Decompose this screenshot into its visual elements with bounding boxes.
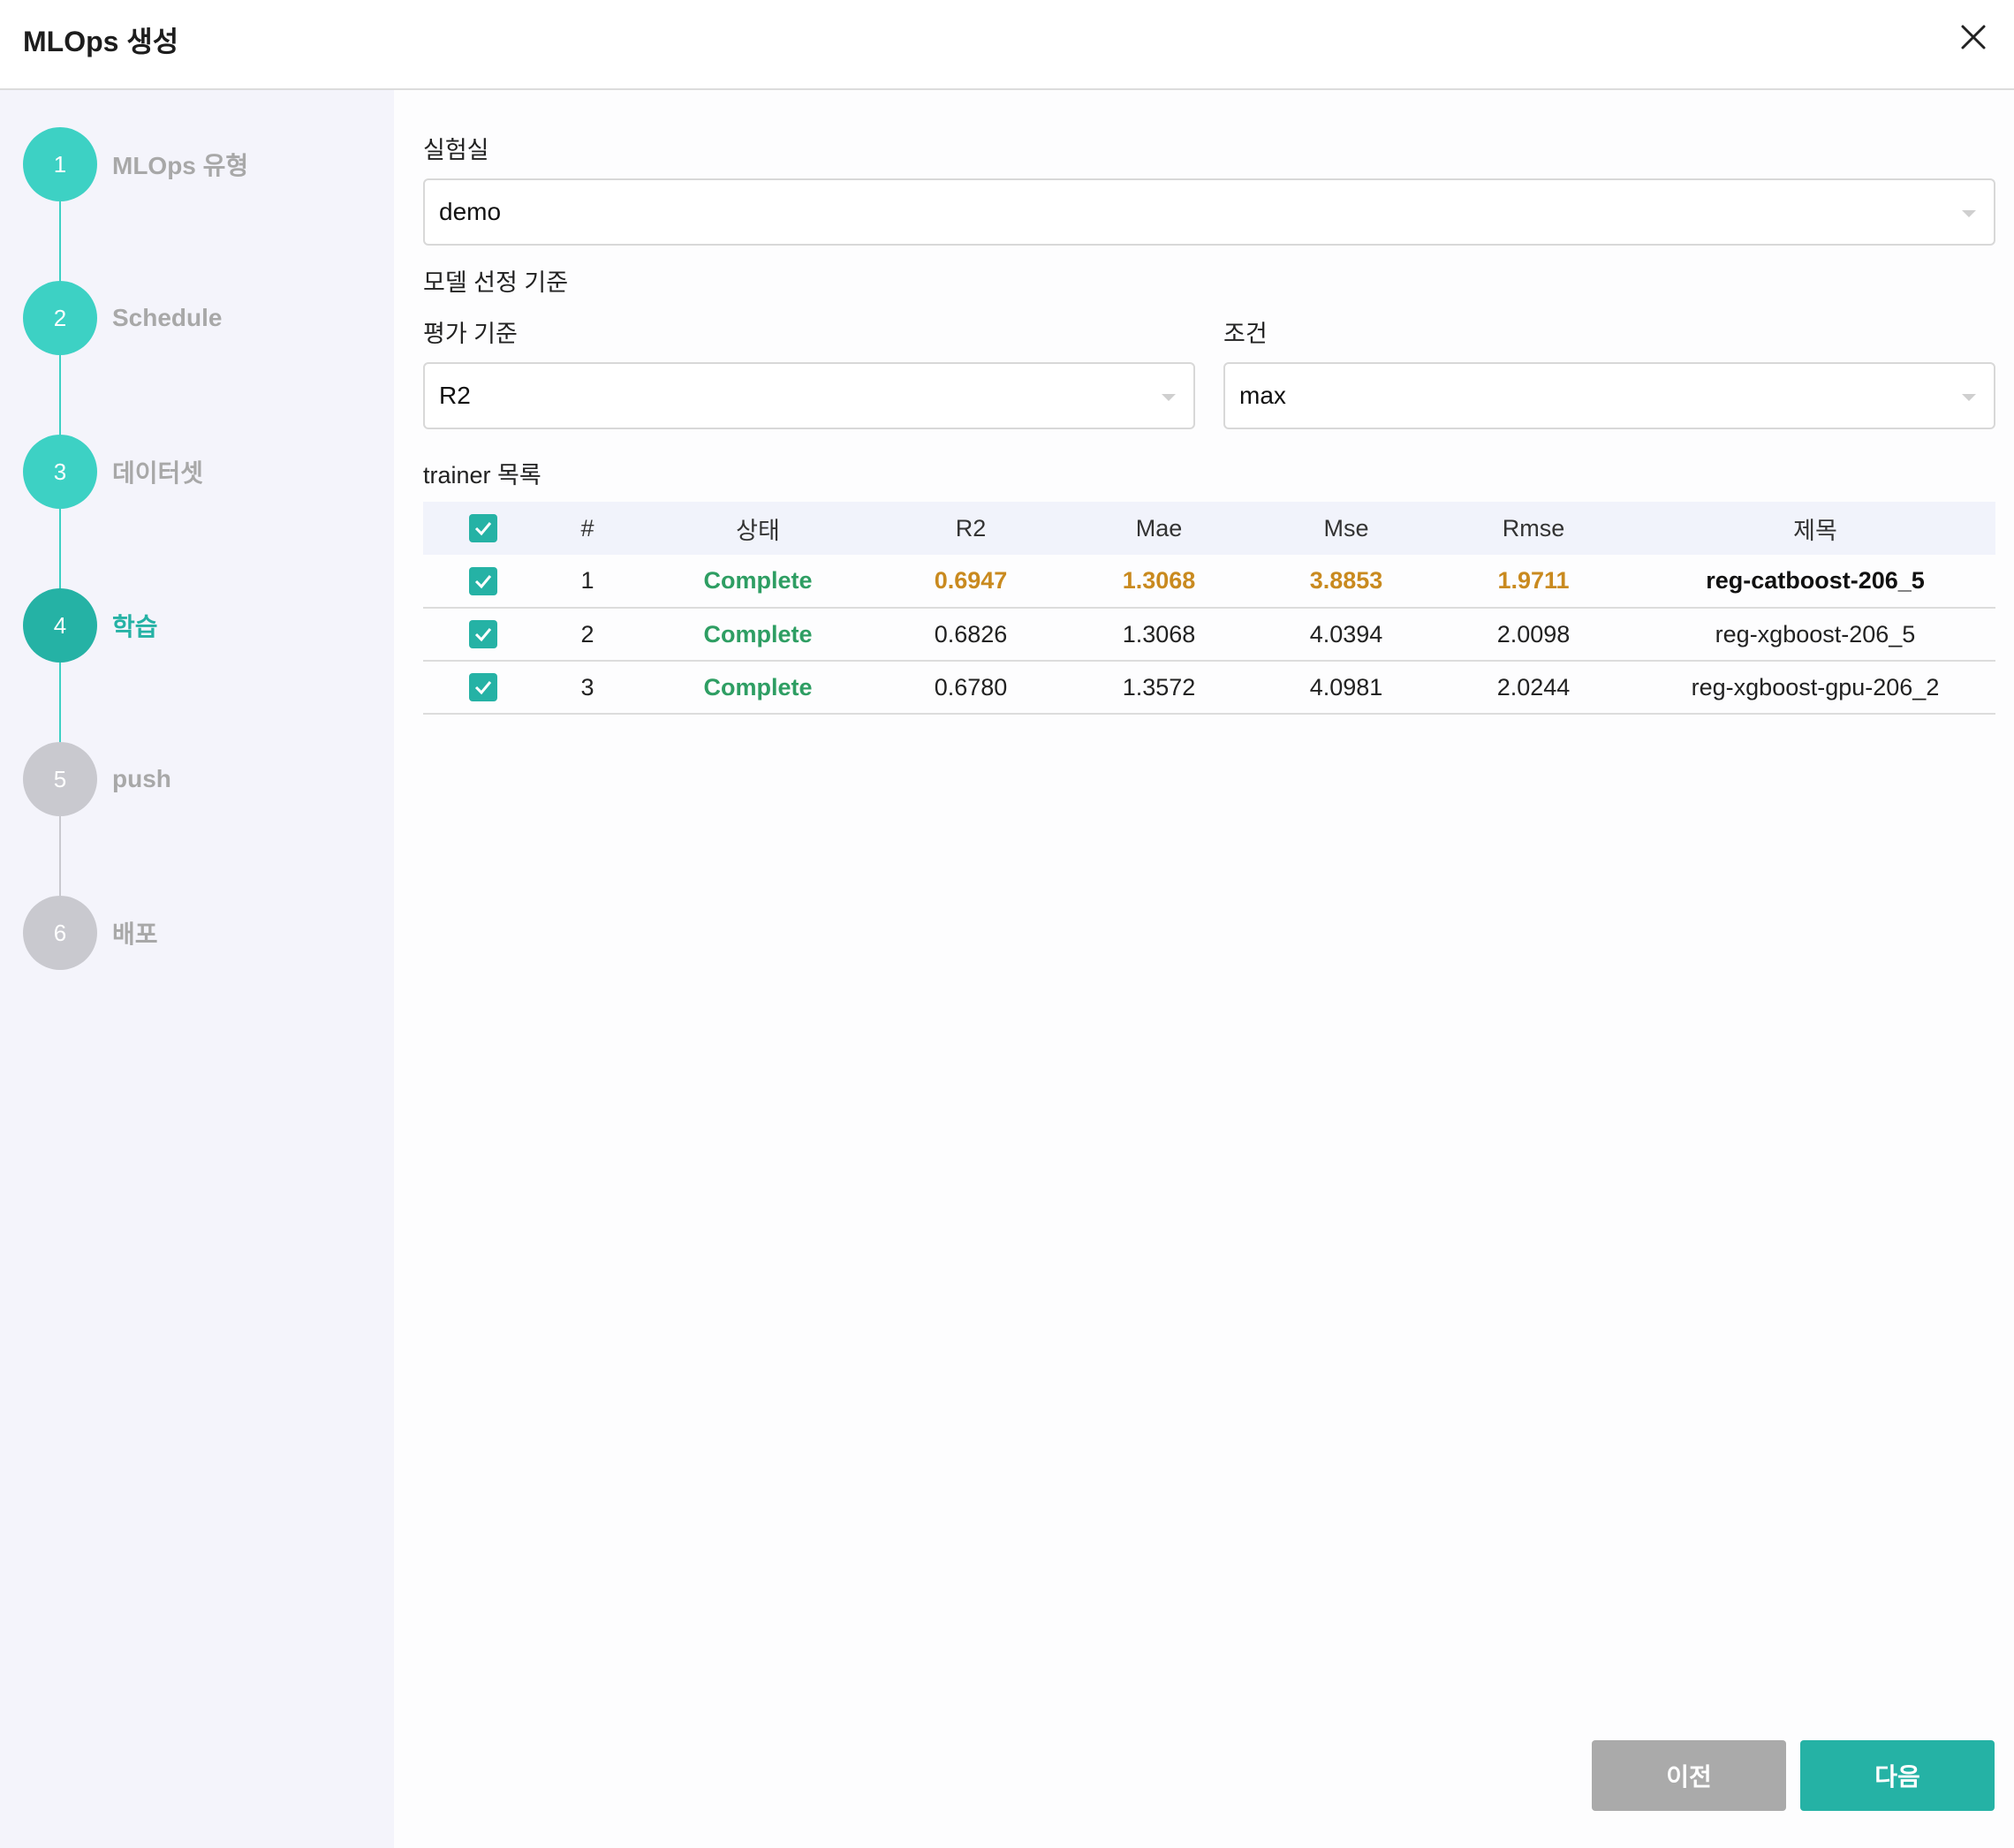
step-label: 학습 [112, 613, 158, 640]
col-header-title: 제목 [1793, 517, 1837, 544]
row-rmse: 1.9711 [1497, 567, 1570, 594]
step-number: 5 [23, 742, 97, 816]
step-label: 데이터셋 [112, 459, 204, 487]
col-header-mae: Mae [1135, 514, 1183, 542]
step-label: MLOps 유형 [112, 152, 249, 179]
row-mse: 4.0981 [1309, 673, 1383, 701]
row-checkbox[interactable] [469, 673, 497, 702]
row-mae: 1.3068 [1122, 620, 1196, 648]
row-mse: 4.0394 [1309, 620, 1383, 648]
row-rmse: 2.0244 [1496, 673, 1571, 701]
condition-select[interactable]: max [1223, 362, 1995, 429]
select-all-checkbox[interactable] [469, 514, 497, 543]
chevron-down-icon [1962, 394, 1976, 401]
row-title: reg-xgboost-gpu-206_2 [1691, 673, 1940, 701]
row-num: 3 [580, 673, 594, 701]
row-status: Complete [703, 673, 813, 701]
row-checkbox[interactable] [469, 566, 497, 595]
dialog-title: MLOps 생성 [23, 26, 179, 57]
lab-select-value: demo [439, 198, 502, 225]
close-icon[interactable] [1956, 19, 1991, 55]
col-header-rmse: Rmse [1502, 514, 1565, 542]
row-mae: 1.3068 [1122, 567, 1196, 594]
step-number: 6 [23, 896, 97, 970]
step-training[interactable]: 4 학습 [23, 588, 158, 663]
row-checkbox[interactable] [469, 620, 497, 649]
dialog-header: MLOps 생성 [0, 0, 2014, 90]
row-title: reg-catboost-206_5 [1706, 567, 1925, 594]
chevron-down-icon [1162, 394, 1176, 401]
trainer-list-label: trainer 목록 [423, 462, 541, 489]
col-header-num: # [580, 514, 594, 542]
condition-label: 조건 [1223, 321, 1268, 347]
lab-select[interactable]: demo [423, 178, 1995, 246]
table-row[interactable]: 2 Complete 0.6826 1.3068 4.0394 2.0098 r… [423, 608, 1995, 661]
step-push[interactable]: 5 push [23, 742, 171, 816]
row-mae: 1.3572 [1122, 673, 1196, 701]
table-row[interactable]: 3 Complete 0.6780 1.3572 4.0981 2.0244 r… [423, 661, 1995, 714]
step-label: Schedule [112, 304, 223, 331]
row-status: Complete [703, 567, 813, 594]
col-header-status: 상태 [736, 517, 780, 544]
row-mse: 3.8853 [1309, 567, 1383, 594]
row-status: Complete [703, 620, 813, 648]
prev-button[interactable]: 이전 [1592, 1740, 1786, 1811]
condition-select-value: max [1239, 382, 1286, 409]
table-row[interactable]: 1 Complete 0.6947 1.3068 3.8853 1.9711 r… [423, 555, 1995, 608]
row-r2: 0.6780 [934, 673, 1008, 701]
col-header-r2: R2 [955, 514, 987, 542]
trainer-table: # 상태 R2 Mae Mse Rmse 제목 1 Complete 0.694… [423, 502, 1995, 715]
criteria-label: 모델 선정 기준 [423, 269, 569, 296]
row-title: reg-xgboost-206_5 [1715, 620, 1916, 648]
step-deploy[interactable]: 6 배포 [23, 896, 158, 970]
metric-select[interactable]: R2 [423, 362, 1195, 429]
step-mlops-type[interactable]: 1 MLOps 유형 [23, 127, 248, 201]
step-number: 4 [23, 588, 97, 663]
step-connector [59, 816, 61, 897]
step-connector [59, 663, 61, 744]
step-dataset[interactable]: 3 데이터셋 [23, 435, 203, 509]
metric-select-value: R2 [439, 382, 471, 409]
step-connector [59, 509, 61, 590]
main-content [394, 90, 2014, 1848]
row-num: 1 [580, 567, 594, 594]
step-connector [59, 355, 61, 436]
row-num: 2 [580, 620, 594, 648]
lab-label: 실험실 [423, 137, 489, 163]
step-label: 배포 [112, 920, 158, 948]
table-header-row: # 상태 R2 Mae Mse Rmse 제목 [423, 502, 1995, 555]
stepper-sidebar: 1 MLOps 유형 2 Schedule 3 데이터셋 4 학습 5 push… [0, 90, 394, 1848]
next-button[interactable]: 다음 [1800, 1740, 1995, 1811]
row-r2: 0.6826 [934, 620, 1008, 648]
metric-label: 평가 기준 [423, 321, 518, 347]
col-header-mse: Mse [1323, 514, 1369, 542]
chevron-down-icon [1962, 210, 1976, 217]
step-number: 3 [23, 435, 97, 509]
step-number: 1 [23, 127, 97, 201]
step-connector [59, 201, 61, 283]
step-number: 2 [23, 281, 97, 355]
row-r2: 0.6947 [934, 567, 1008, 594]
step-schedule[interactable]: 2 Schedule [23, 281, 222, 355]
step-label: push [112, 765, 171, 792]
row-rmse: 2.0098 [1496, 620, 1571, 648]
